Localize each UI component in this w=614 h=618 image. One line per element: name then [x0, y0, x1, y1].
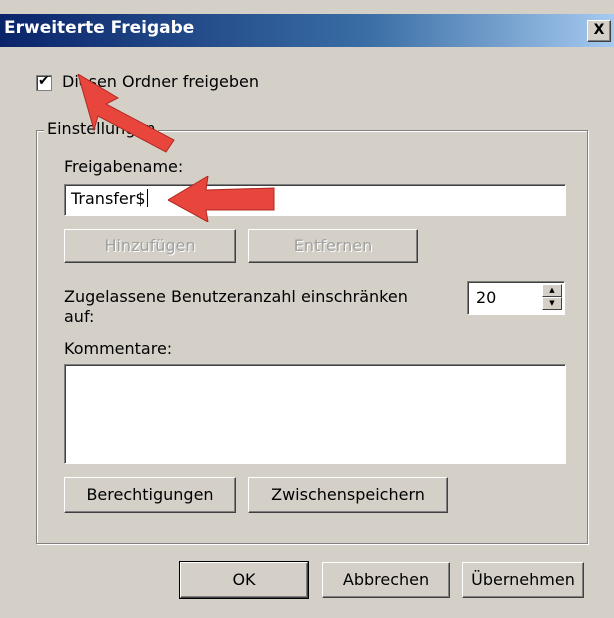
title-bar[interactable]: Erweiterte Freigabe X — [0, 14, 614, 47]
share-name-input[interactable]: Transfer$ — [64, 184, 566, 216]
spin-up-button[interactable]: ▲ — [542, 284, 562, 297]
user-limit-value: 20 — [476, 288, 497, 307]
apply-button[interactable]: Übernehmen — [462, 562, 584, 598]
red-arrow-icon — [168, 176, 275, 222]
comments-textarea[interactable] — [64, 364, 566, 464]
ok-button[interactable]: OK — [179, 561, 309, 599]
close-button[interactable]: X — [587, 20, 611, 42]
share-name-value: Transfer$ — [71, 189, 146, 208]
arrow-down-icon: ▼ — [549, 299, 555, 307]
spin-down-button[interactable]: ▼ — [542, 297, 562, 310]
user-limit-label-line1: Zugelassene Benutzeranzahl einschränken — [64, 287, 408, 306]
permissions-button[interactable]: Berechtigungen — [64, 477, 236, 513]
user-limit-label-line2: auf: — [64, 307, 95, 326]
cancel-button[interactable]: Abbrechen — [322, 562, 450, 598]
comments-label: Kommentare: — [64, 339, 173, 358]
share-folder-checkbox[interactable]: ✔ — [36, 73, 52, 91]
close-icon: X — [593, 22, 605, 38]
user-limit-spinner[interactable]: 20 ▲ ▼ — [467, 281, 565, 315]
remove-button[interactable]: Entfernen — [248, 229, 418, 263]
checkmark-icon: ✔ — [38, 73, 50, 89]
text-caret — [146, 189, 148, 207]
add-button[interactable]: Hinzufügen — [64, 229, 236, 263]
caching-button[interactable]: Zwischenspeichern — [248, 477, 448, 513]
share-name-label: Freigabename: — [64, 157, 184, 176]
arrow-up-icon: ▲ — [549, 286, 555, 294]
window-title: Erweiterte Freigabe — [4, 18, 195, 38]
red-arrow-icon — [77, 74, 175, 153]
advanced-sharing-dialog: Erweiterte Freigabe X ✔ Diesen Ordner fr… — [0, 0, 614, 618]
